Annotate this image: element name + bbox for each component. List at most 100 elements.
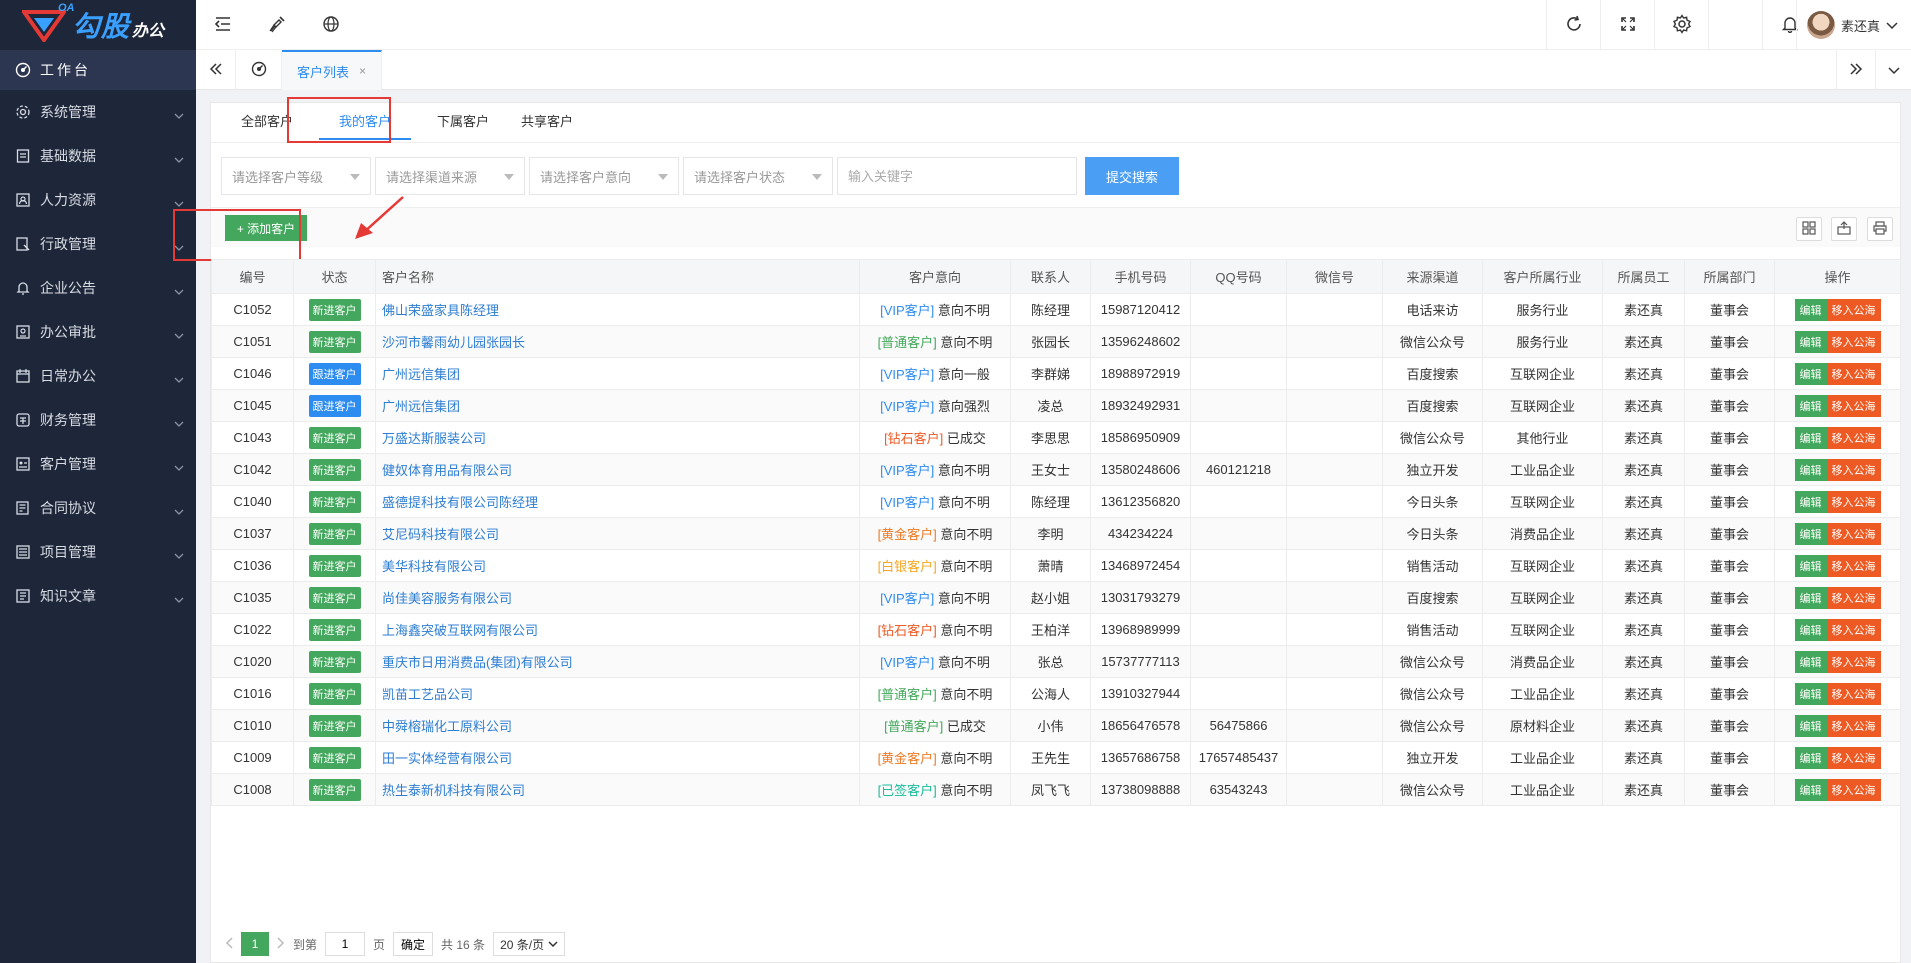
website-button[interactable] <box>304 0 358 50</box>
customer-name-link[interactable]: 重庆市日用消费品(集团)有限公司 <box>382 655 573 670</box>
close-icon[interactable]: × <box>359 64 366 78</box>
sidebar-item-approval[interactable]: 办公审批 <box>0 310 196 354</box>
customer-level-select[interactable]: 请选择客户等级 <box>221 157 371 195</box>
home-tab[interactable] <box>236 50 282 90</box>
goto-page-input[interactable] <box>325 932 366 956</box>
edit-button[interactable]: 编辑 <box>1794 618 1827 641</box>
edit-button[interactable]: 编辑 <box>1794 394 1827 417</box>
customer-name-link[interactable]: 田一实体经营有限公司 <box>382 751 512 766</box>
move-to-pool-button[interactable]: 移入公海 <box>1826 490 1881 513</box>
edit-button[interactable]: 编辑 <box>1794 298 1827 321</box>
tab-subordinate-customers[interactable]: 下属客户 <box>421 102 505 142</box>
sidebar-item-article[interactable]: 知识文章 <box>0 574 196 618</box>
cell-name: 热生泰新机科技有限公司 <box>375 773 860 806</box>
tab-customer-list[interactable]: 客户列表 × <box>282 50 382 90</box>
edit-button[interactable]: 编辑 <box>1794 746 1827 769</box>
customer-name-link[interactable]: 广州远信集团 <box>382 367 460 382</box>
move-to-pool-button[interactable]: 移入公海 <box>1826 298 1881 321</box>
customer-name-link[interactable]: 中舜榕瑞化工原料公司 <box>382 719 512 734</box>
clear-cache-button[interactable] <box>250 0 304 50</box>
customer-name-link[interactable]: 盛德提科技有限公司陈经理 <box>382 495 538 510</box>
goto-confirm-button[interactable]: 确定 <box>393 932 434 956</box>
move-to-pool-button[interactable]: 移入公海 <box>1826 586 1881 609</box>
customer-name-link[interactable]: 佛山荣盛家具陈经理 <box>382 303 499 318</box>
cell-wechat <box>1286 677 1383 710</box>
settings-button[interactable] <box>1654 0 1708 50</box>
edit-button[interactable]: 编辑 <box>1794 778 1827 801</box>
tabs-menu-button[interactable] <box>1876 50 1911 90</box>
fullscreen-button[interactable] <box>1600 0 1654 50</box>
top-header: 素还真 <box>196 0 1911 50</box>
move-to-pool-button[interactable]: 移入公海 <box>1826 330 1881 353</box>
move-to-pool-button[interactable]: 移入公海 <box>1826 618 1881 641</box>
sidebar-item-calendar[interactable]: 日常办公 <box>0 354 196 398</box>
customer-name-link[interactable]: 上海鑫突破互联网有限公司 <box>382 623 538 638</box>
edit-button[interactable]: 编辑 <box>1794 682 1827 705</box>
sidebar-item-admin[interactable]: 行政管理 <box>0 222 196 266</box>
sidebar-item-database[interactable]: 基础数据 <box>0 134 196 178</box>
move-to-pool-button[interactable]: 移入公海 <box>1826 778 1881 801</box>
move-to-pool-button[interactable]: 移入公海 <box>1826 650 1881 673</box>
customer-name-link[interactable]: 万盛达斯服装公司 <box>382 431 486 446</box>
edit-button[interactable]: 编辑 <box>1794 586 1827 609</box>
customer-intent-select[interactable]: 请选择客户意向 <box>529 157 679 195</box>
chevron-right-icon[interactable] <box>277 936 285 952</box>
columns-filter-button[interactable] <box>1796 217 1822 241</box>
move-to-pool-button[interactable]: 移入公海 <box>1826 714 1881 737</box>
submit-search-button[interactable]: 提交搜索 <box>1085 157 1179 195</box>
customer-name-link[interactable]: 健奴体育用品有限公司 <box>382 463 512 478</box>
cell-staff: 素还真 <box>1602 677 1685 710</box>
edit-button[interactable]: 编辑 <box>1794 426 1827 449</box>
customer-status-select[interactable]: 请选择客户状态 <box>683 157 833 195</box>
edit-button[interactable]: 编辑 <box>1794 714 1827 737</box>
chevron-left-icon[interactable] <box>225 936 233 952</box>
move-to-pool-button[interactable]: 移入公海 <box>1826 522 1881 545</box>
edit-button[interactable]: 编辑 <box>1794 362 1827 385</box>
refresh-button[interactable] <box>1546 0 1600 50</box>
edit-button[interactable]: 编辑 <box>1794 522 1827 545</box>
brand-logo[interactable]: OA 勾股 办公 <box>0 0 196 50</box>
sidebar-item-person[interactable]: 人力资源 <box>0 178 196 222</box>
customer-name-link[interactable]: 沙河市馨雨幼儿园张园长 <box>382 335 525 350</box>
sidebar-item-project[interactable]: 项目管理 <box>0 530 196 574</box>
move-to-pool-button[interactable]: 移入公海 <box>1826 458 1881 481</box>
move-to-pool-button[interactable]: 移入公海 <box>1826 682 1881 705</box>
sidebar-item-dashboard[interactable]: 工作台 <box>0 50 196 90</box>
page-current[interactable]: 1 <box>241 932 269 956</box>
move-to-pool-button[interactable]: 移入公海 <box>1826 426 1881 449</box>
customer-name-link[interactable]: 广州远信集团 <box>382 399 460 414</box>
edit-button[interactable]: 编辑 <box>1794 650 1827 673</box>
customer-name-link[interactable]: 热生泰新机科技有限公司 <box>382 783 525 798</box>
move-to-pool-button[interactable]: 移入公海 <box>1826 554 1881 577</box>
edit-button[interactable]: 编辑 <box>1794 458 1827 481</box>
move-to-pool-button[interactable]: 移入公海 <box>1826 362 1881 385</box>
cell-industry: 服务行业 <box>1482 325 1603 358</box>
customer-name-link[interactable]: 凯苗工艺品公司 <box>382 687 473 702</box>
move-to-pool-button[interactable]: 移入公海 <box>1826 746 1881 769</box>
customer-name-link[interactable]: 尚佳美容服务有限公司 <box>382 591 512 606</box>
cell-staff: 素还真 <box>1602 581 1685 614</box>
keyword-input[interactable] <box>837 157 1077 195</box>
customer-name-link[interactable]: 美华科技有限公司 <box>382 559 486 574</box>
sidebar-item-bell[interactable]: 企业公告 <box>0 266 196 310</box>
sidebar-item-label: 行政管理 <box>40 236 96 252</box>
sidebar-item-finance[interactable]: 财务管理 <box>0 398 196 442</box>
sidebar-item-gear[interactable]: 系统管理 <box>0 90 196 134</box>
edit-button[interactable]: 编辑 <box>1794 554 1827 577</box>
user-menu[interactable]: 素还真 <box>1796 0 1901 50</box>
sidebar-item-customer[interactable]: 客户管理 <box>0 442 196 486</box>
customer-name-link[interactable]: 艾尼码科技有限公司 <box>382 527 499 542</box>
tabs-scroll-right-button[interactable] <box>1836 50 1876 90</box>
channel-source-select[interactable]: 请选择渠道来源 <box>375 157 525 195</box>
print-button[interactable] <box>1867 217 1893 241</box>
tab-shared-customers[interactable]: 共享客户 <box>505 102 589 142</box>
move-to-pool-button[interactable]: 移入公海 <box>1826 394 1881 417</box>
tabs-scroll-left-button[interactable] <box>196 50 236 90</box>
menu-collapse-button[interactable] <box>196 0 250 50</box>
chevron-down-icon <box>174 106 184 122</box>
edit-button[interactable]: 编辑 <box>1794 330 1827 353</box>
sidebar-item-contract[interactable]: 合同协议 <box>0 486 196 530</box>
export-button[interactable] <box>1831 217 1857 241</box>
page-size-select[interactable]: 20 条/页 <box>493 932 566 956</box>
edit-button[interactable]: 编辑 <box>1794 490 1827 513</box>
